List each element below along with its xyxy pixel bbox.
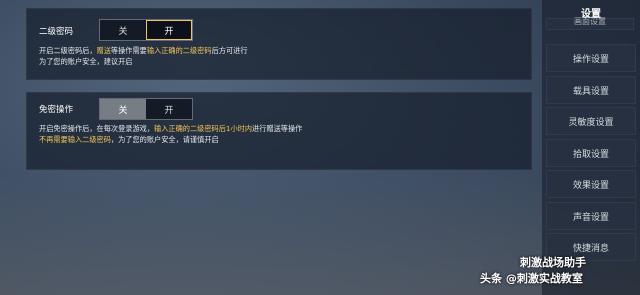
watermark: 刺激战场助手 头条 @刺激实战教室	[480, 252, 640, 292]
sidebar-item-sensitivity[interactable]: 灵敏度设置	[546, 107, 636, 135]
sidebar-item-pickup[interactable]: 拾取设置	[546, 139, 636, 167]
desc-highlight: 输入正确的二级密码后1小时内	[154, 124, 253, 133]
secondary-password-description-line1: 开启二级密码后，赠送等操作需要输入正确的二级密码后方可进行	[39, 45, 248, 56]
desc-highlight: 赠送	[96, 46, 111, 55]
skip-verification-description-line1: 开启免密操作后，在每次登录游戏，输入正确的二级密码后1小时内进行赠送等操作	[39, 123, 302, 134]
skip-verification-off-option[interactable]: 关	[100, 99, 146, 119]
secondary-password-description-line2: 为了您的账户安全，建议开启	[39, 57, 133, 66]
secondary-password-on-option[interactable]: 开	[146, 20, 192, 40]
sidebar-item-audio[interactable]: 声音设置	[546, 202, 636, 230]
secondary-password-toggle[interactable]: 关 开	[99, 19, 193, 41]
watermark-line2: 头条 @刺激实战教室	[480, 272, 583, 285]
desc-text: ，为了您的账户安全，请谨慎开启	[110, 135, 219, 144]
desc-text: 开启二级密码后，	[39, 46, 97, 55]
skip-verification-on-option[interactable]: 开	[146, 99, 192, 119]
skip-verification-panel: 免密操作 关 开 开启免密操作后，在每次登录游戏，输入正确的二级密码后1小时内进…	[26, 92, 532, 170]
sidebar-title: 设置	[581, 8, 601, 20]
desc-text: 进行赠送等操作	[252, 124, 303, 133]
desc-text: 等操作需要	[110, 46, 147, 55]
secondary-password-off-option[interactable]: 关	[100, 20, 146, 40]
sidebar-item-controls[interactable]: 操作设置	[546, 44, 636, 72]
desc-text: 开启免密操作后，在每次登录游戏，	[39, 124, 155, 133]
desc-highlight: 输入正确的二级密码	[146, 46, 212, 55]
sidebar-item-effects[interactable]: 效果设置	[546, 170, 636, 198]
desc-highlight: 不再需要输入二级密码	[39, 135, 111, 144]
sidebar-item-vehicle[interactable]: 载具设置	[546, 76, 636, 104]
skip-verification-description-line2: 不再需要输入二级密码，为了您的账户安全，请谨慎开启	[39, 134, 219, 145]
skip-verification-label: 免密操作	[39, 105, 74, 115]
secondary-password-label: 二级密码	[39, 27, 74, 37]
desc-text: 后方可进行	[211, 46, 248, 55]
secondary-password-panel: 二级密码 关 开 开启二级密码后，赠送等操作需要输入正确的二级密码后方可进行 为…	[26, 8, 532, 80]
skip-verification-toggle[interactable]: 关 开	[99, 98, 193, 120]
settings-sidebar: 画面设置 设置 操作设置 载具设置 灵敏度设置 拾取设置 效果设置 声音设置 快…	[542, 0, 640, 295]
watermark-line1: 刺激战场助手	[520, 256, 586, 269]
